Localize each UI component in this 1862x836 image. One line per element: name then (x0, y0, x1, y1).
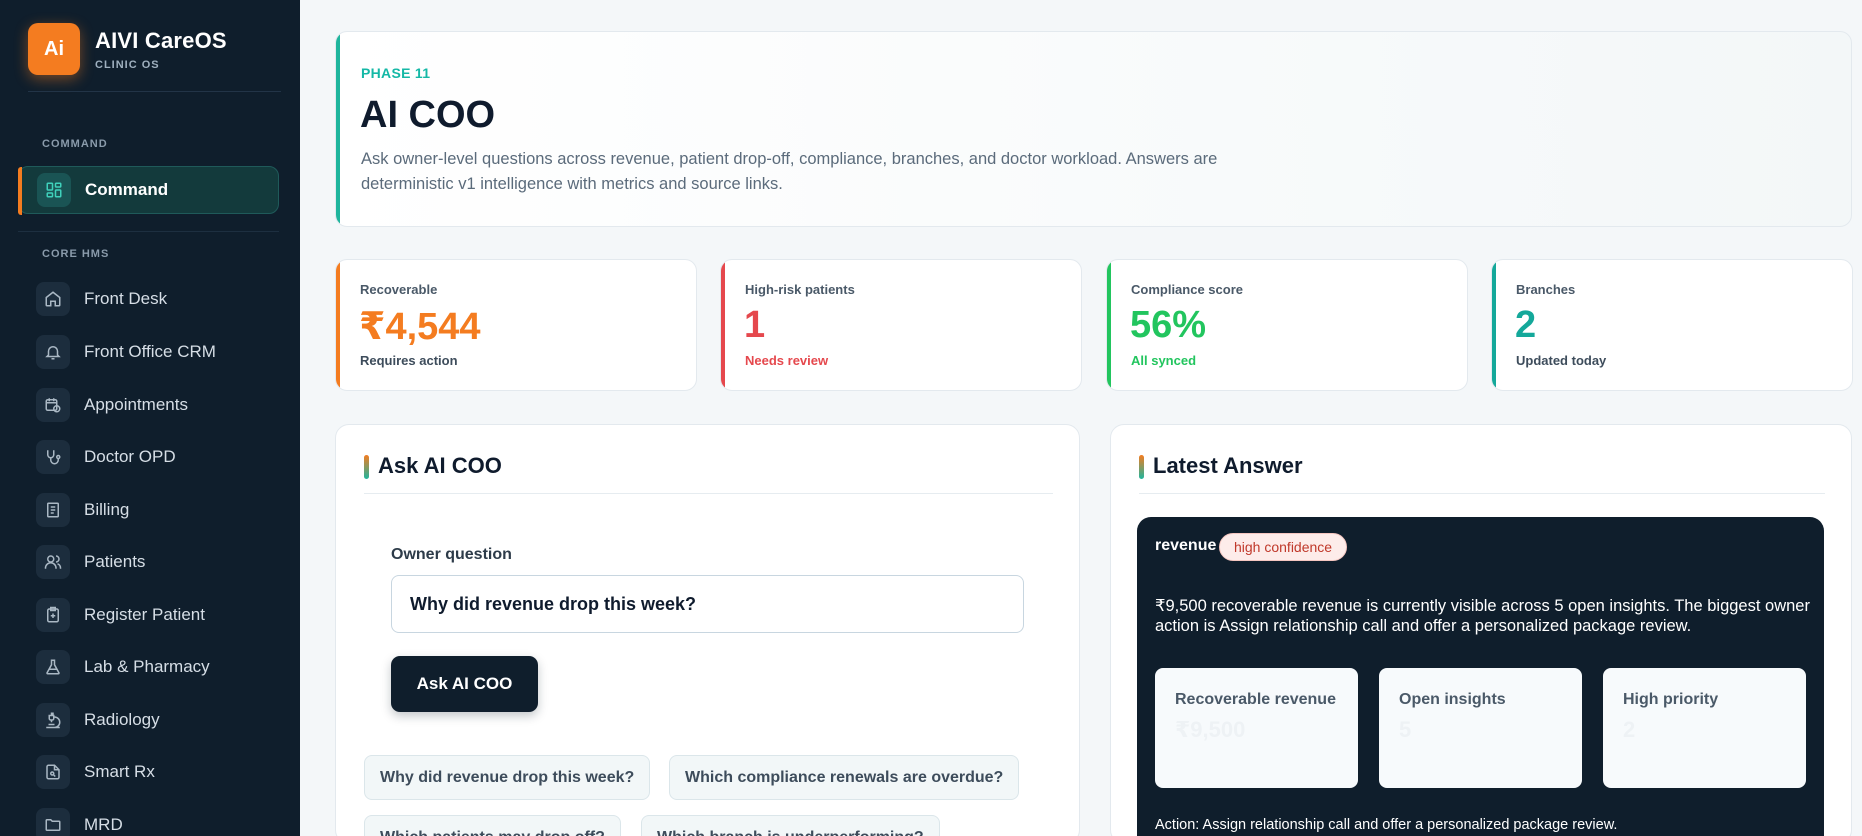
sidebar-item-front-desk[interactable]: Front Desk (18, 275, 279, 323)
suggestion-chip[interactable]: Why did revenue drop this week? (364, 755, 651, 800)
sidebar-item-lab-pharmacy[interactable]: Lab & Pharmacy (18, 643, 279, 691)
stat-value: ₹4,544 (359, 306, 481, 348)
stat-label: Compliance score (1131, 282, 1243, 297)
sidebar-item-smart-rx[interactable]: Smart Rx (18, 748, 279, 796)
metric-card-open-insights: Open insights 5 (1379, 668, 1582, 788)
stethoscope-icon (36, 440, 70, 474)
page-header: PHASE 11 AI COO Ask owner-level question… (335, 31, 1852, 227)
sidebar-item-label: Appointments (84, 395, 188, 414)
sidebar-item-doctor-opd[interactable]: Doctor OPD (18, 433, 279, 481)
answer-text: ₹9,500 recoverable revenue is currently … (1155, 597, 1810, 635)
brand[interactable]: Ai AIVI CareOS CLINIC OS (28, 23, 227, 75)
stat-value: 56% (1130, 304, 1207, 346)
panel-title: Ask AI COO (364, 453, 502, 479)
metric-card-recoverable-revenue: Recoverable revenue ₹9,500 (1155, 668, 1358, 788)
microscope-icon (36, 703, 70, 737)
clipboard-plus-icon (36, 598, 70, 632)
brand-subtitle: CLINIC OS (95, 58, 160, 71)
sidebar-item-label: Front Desk (84, 289, 168, 308)
sidebar-item-label: Front Office CRM (84, 342, 216, 361)
sidebar-item-radiology[interactable]: Radiology (18, 696, 279, 744)
answer-action: Action: Assign relationship call and off… (1155, 817, 1618, 833)
flask-icon (36, 650, 70, 684)
stat-label: Branches (1516, 282, 1576, 297)
brand-name: AIVI CareOS (95, 27, 227, 53)
stat-subtext: Needs review (745, 353, 829, 368)
metric-value: 2 (1623, 717, 1636, 742)
answer-panel: Latest Answer revenue high confidence ₹9… (1110, 424, 1852, 836)
sidebar-item-label: Register Patient (84, 605, 205, 624)
calendar-clock-icon (36, 388, 70, 422)
sidebar-item-label: Billing (84, 500, 130, 519)
file-scan-icon (36, 755, 70, 789)
sidebar-item-command[interactable]: Command (18, 166, 279, 215)
sidebar-item-front-office-crm[interactable]: Front Office CRM (18, 328, 279, 376)
sidebar-item-label: Radiology (84, 710, 160, 729)
answer-topic: revenue (1155, 537, 1217, 554)
stat-card-branches: Branches 2 Updated today (1491, 259, 1853, 391)
receipt-icon (36, 493, 70, 527)
answer-card: revenue high confidence ₹9,500 recoverab… (1137, 517, 1824, 836)
metric-value: 5 (1399, 717, 1412, 742)
stat-card-recoverable: Recoverable ₹4,544 Requires action (335, 259, 697, 391)
sidebar-item-billing[interactable]: Billing (18, 486, 279, 534)
sidebar-item-label: Patients (84, 552, 146, 571)
suggestion-chip[interactable]: Which patients may drop off? (364, 815, 621, 836)
confidence-badge: high confidence (1219, 533, 1348, 561)
folder-icon (36, 808, 70, 836)
stat-label: Recoverable (360, 282, 438, 297)
panel-title: Latest Answer (1139, 453, 1303, 479)
stat-value: 2 (1515, 304, 1537, 346)
users-icon (36, 545, 70, 579)
metric-value: ₹9,500 (1175, 717, 1246, 742)
sidebar-item-label: Smart Rx (84, 762, 155, 781)
sidebar-item-appointments[interactable]: Appointments (18, 381, 279, 429)
phase-label: PHASE 11 (361, 65, 431, 81)
divider (1139, 493, 1825, 494)
divider (28, 91, 281, 92)
question-input[interactable] (391, 575, 1024, 633)
sidebar-item-label: Command (85, 180, 169, 199)
stat-value: 1 (744, 304, 766, 346)
home-icon (36, 282, 70, 316)
page-title: AI COO (360, 94, 496, 136)
grid-icon (37, 173, 71, 207)
sidebar-item-label: Doctor OPD (84, 447, 176, 466)
sidebar-item-label: MRD (84, 815, 123, 834)
section-label-core-hms: CORE HMS (42, 248, 110, 260)
sidebar-item-mrd[interactable]: MRD (18, 801, 279, 836)
section-label-command: COMMAND (42, 138, 108, 150)
stat-subtext: Requires action (360, 353, 458, 368)
brand-logo: Ai (28, 23, 80, 75)
sidebar-item-label: Lab & Pharmacy (84, 657, 210, 676)
metric-label: Open insights (1399, 691, 1506, 708)
stat-subtext: Updated today (1516, 353, 1607, 368)
sidebar-item-patients[interactable]: Patients (18, 538, 279, 586)
ask-ai-coo-button[interactable]: Ask AI COO (391, 656, 538, 712)
bell-icon (36, 335, 70, 369)
divider (364, 493, 1053, 494)
stat-subtext: All synced (1131, 353, 1197, 368)
question-label: Owner question (391, 546, 512, 563)
metric-label: High priority (1623, 691, 1719, 708)
stat-card-high-risk-patients: High-risk patients 1 Needs review (720, 259, 1082, 391)
ask-panel: Ask AI COO Owner question Ask AI COO Why… (335, 424, 1080, 836)
sidebar: Ai AIVI CareOS CLINIC OS COMMAND Command… (0, 0, 300, 836)
stat-card-compliance-score: Compliance score 56% All synced (1106, 259, 1468, 391)
sidebar-item-register-patient[interactable]: Register Patient (18, 591, 279, 639)
divider (18, 231, 279, 232)
suggestion-chip[interactable]: Which compliance renewals are overdue? (669, 755, 1020, 800)
suggestion-chip[interactable]: Which branch is underperforming? (641, 815, 940, 836)
metric-card-high-priority: High priority 2 (1603, 668, 1806, 788)
page-description: Ask owner-level questions across revenue… (361, 150, 1218, 193)
stat-label: High-risk patients (745, 282, 855, 297)
metric-label: Recoverable revenue (1175, 691, 1336, 708)
